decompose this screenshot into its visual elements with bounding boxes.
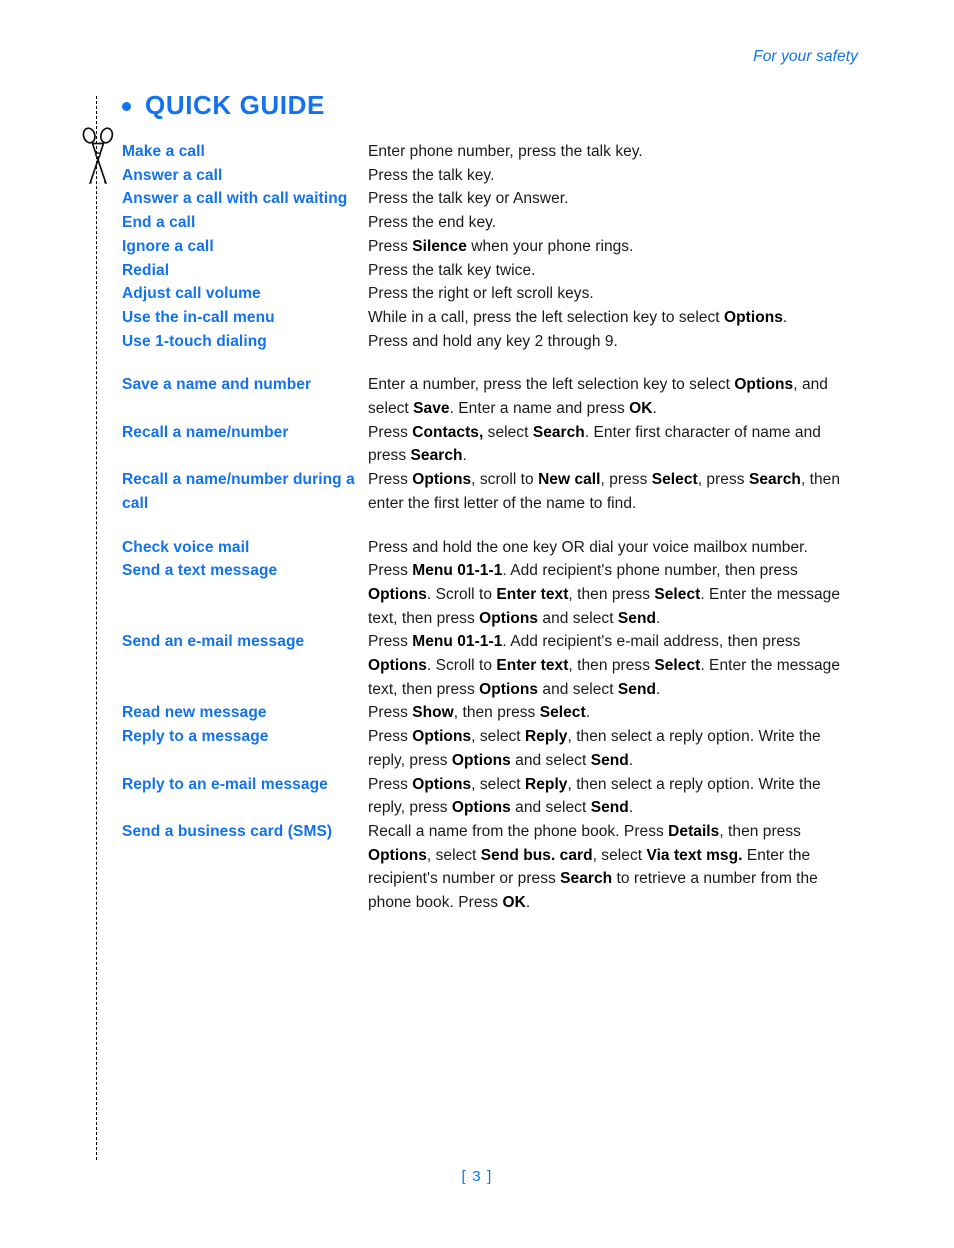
page-title: QUICK GUIDE [122, 90, 325, 121]
guide-description: Press Options, scroll to New call, press… [368, 471, 841, 512]
guide-row: Answer a call with call waiting Press the… [122, 187, 862, 211]
guide-row: Redial Press the talk key twice. [122, 259, 862, 283]
guide-description: Press the talk key twice. [368, 261, 536, 279]
guide-term: Answer a call [122, 166, 223, 184]
guide-description: Press the end key. [368, 214, 497, 232]
guide-description: Press the talk key. [368, 166, 495, 184]
guide-description: Press Contacts, select Search. Enter fir… [368, 423, 821, 465]
guide-term: Reply to an e-mail message [122, 775, 328, 793]
guide-term: Check voice mail [122, 538, 250, 556]
guide-row: Recall a name/number Press Contacts, sele… [122, 421, 862, 468]
guide-row: Adjust call volume Press the right or lef… [122, 282, 862, 306]
guide-term: Recall a name/number during a call [122, 471, 355, 512]
guide-term: End a call [122, 214, 196, 232]
guide-description: Press Silence when your phone rings. [368, 237, 634, 255]
guide-term: Recall a name/number [122, 423, 289, 441]
guide-term: Use the in-call menu [122, 308, 275, 326]
guide-row: Use 1-touch dialing Press and hold any ke… [122, 330, 862, 354]
guide-row: Check voice mail Press and hold the one k… [122, 536, 862, 560]
cut-along-dashed-line [96, 96, 97, 1160]
guide-term: Save a name and number [122, 376, 312, 394]
guide-term: Send an e-mail message [122, 633, 305, 651]
guide-description: Press Options, select Reply, then select… [368, 728, 821, 769]
guide-row: Read new message Press Show, then press S… [122, 701, 862, 725]
guide-description: Press the talk key or Answer. [368, 190, 569, 208]
guide-row: Save a name and number Enter a number, pr… [122, 373, 862, 420]
guide-description: While in a call, press the left selectio… [368, 308, 788, 326]
guide-row: Reply to a message Press Options, select … [122, 725, 862, 772]
guide-term: Send a text message [122, 562, 278, 580]
guide-term: Ignore a call [122, 237, 214, 255]
running-header: For your safety [753, 48, 858, 65]
guide-row: Recall a name/number during a call Press … [122, 468, 862, 515]
guide-term: Send a business card (SMS) [122, 822, 333, 840]
guide-row: End a call Press the end key. [122, 211, 862, 235]
guide-term: Adjust call volume [122, 285, 261, 303]
guide-description: Press Show, then press Select. [368, 704, 591, 722]
guide-term: Use 1-touch dialing [122, 332, 267, 350]
guide-row: Use the in-call menu While in a call, pre… [122, 306, 862, 330]
guide-term: Read new message [122, 704, 267, 722]
guide-term: Redial [122, 261, 170, 279]
quick-guide-table: Make a call Enter phone number, press the… [122, 140, 862, 915]
guide-row: Reply to an e-mail message Press Options,… [122, 773, 862, 820]
guide-term: Make a call [122, 143, 205, 160]
guide-description: Press and hold any key 2 through 9. [368, 332, 618, 350]
guide-row: Send an e-mail message Press Menu 01-1-1.… [122, 630, 862, 701]
guide-description: Press Menu 01-1-1. Add recipient's phone… [368, 562, 841, 627]
page-title-label: QUICK GUIDE [145, 90, 325, 120]
guide-description: Press and hold the one key OR dial your … [368, 538, 808, 556]
guide-term: Answer a call with call waiting [122, 190, 348, 208]
bullet-dot-icon [122, 102, 131, 111]
guide-row: Ignore a call Press Silence when your pho… [122, 235, 862, 259]
guide-description: Enter a number, press the left selection… [368, 376, 828, 418]
guide-description: Enter phone number, press the talk key. [368, 143, 643, 160]
guide-description: Recall a name from the phone book. Press… [368, 822, 818, 912]
scissors-icon [81, 126, 115, 188]
guide-row: Send a text message Press Menu 01-1-1. Ad… [122, 559, 862, 630]
guide-description: Press Options, select Reply, then select… [368, 775, 821, 817]
page-number: [ 3 ] [461, 1168, 493, 1185]
guide-term: Reply to a message [122, 728, 269, 746]
guide-description: Press Menu 01-1-1. Add recipient's e-mai… [368, 633, 841, 698]
guide-description: Press the right or left scroll keys. [368, 285, 594, 303]
guide-row: Send a business card (SMS) Recall a name … [122, 820, 862, 915]
guide-row: Answer a call Press the talk key. [122, 164, 862, 188]
guide-row: Make a call Enter phone number, press the… [122, 140, 862, 164]
